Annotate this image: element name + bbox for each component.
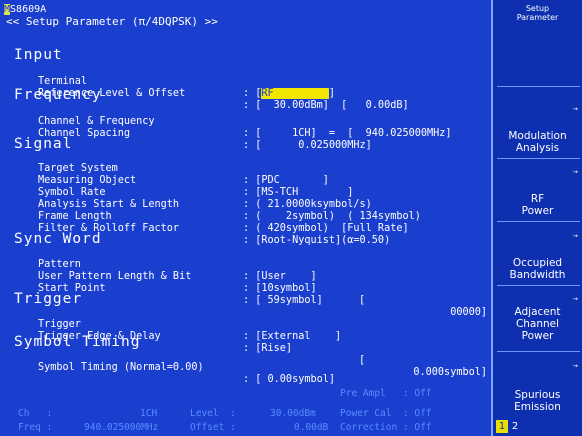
status-offset-value: 0.00dB: [294, 422, 329, 433]
softkey-label: Spurious: [514, 389, 561, 401]
page-1-indicator[interactable]: 1: [496, 420, 508, 433]
trigger-value[interactable]: : [External ]: [243, 331, 341, 343]
arrow-right-icon: →: [573, 167, 578, 176]
start-point-value[interactable]: : [ 59symbol]: [243, 295, 323, 307]
softkey-label: Adjacent: [514, 306, 561, 318]
softkey-label: RF: [530, 193, 545, 205]
softkey-divider: [497, 285, 580, 286]
frame-length-value[interactable]: : ( 420symbol) [Full Rate]: [243, 223, 409, 235]
softkey-adjacent-channel-power[interactable]: Adjacent Channel Power: [493, 306, 582, 342]
status-freq-value: 940.025000MHz: [84, 422, 159, 433]
terminal-sep: : [: [243, 88, 262, 99]
softkey-label: Power: [521, 330, 554, 342]
arrow-right-icon: →: [573, 294, 578, 303]
section-sync-word: Sync Word: [14, 231, 102, 247]
softkey-divider: [497, 158, 580, 159]
param-symbol-rate: Symbol Rate : ( 21.0000ksymbol/s): [0, 175, 491, 210]
model-name: MS8609A: [4, 4, 46, 15]
softkey-label: Emission: [514, 401, 561, 413]
softkey-label: Channel: [515, 318, 560, 330]
softkey-title-line2: Parameter: [516, 13, 559, 22]
symbol-timing-label: Symbol Timing (Normal=0.00): [38, 362, 204, 373]
page-2-indicator[interactable]: 2: [509, 420, 521, 433]
status-offset-label: Offset :: [190, 422, 236, 433]
softkey-title-line1: Setup: [525, 4, 550, 13]
param-trigger[interactable]: Trigger : [External ]: [0, 307, 491, 342]
softkey-label: Occupied: [512, 257, 563, 269]
status-pre-ampl: Pre Ampl : Off: [340, 388, 432, 399]
param-frame-length[interactable]: Frame Length : ( 420symbol) [Full Rate]: [0, 199, 491, 234]
terminal-value[interactable]: : [RF ]: [243, 88, 335, 100]
status-level-label: Level :: [190, 408, 236, 419]
status-power-cal: Power Cal : Off: [340, 408, 432, 419]
section-signal: Signal: [14, 136, 73, 152]
param-start-point[interactable]: Start Point : [ 59symbol]: [0, 271, 491, 306]
param-target-system[interactable]: Target System : [PDC ]: [0, 151, 491, 186]
status-correction: Correction : Off: [340, 422, 432, 433]
softkey-rf-power[interactable]: RF Power: [493, 193, 582, 217]
param-analysis-start: Analysis Start & Length : ( 2symbol) ( 1…: [0, 187, 491, 222]
param-symbol-timing[interactable]: Symbol Timing (Normal=0.00) : [ 0.00symb…: [0, 350, 491, 385]
section-trigger: Trigger: [14, 291, 83, 307]
user-pattern-length[interactable]: : [10symbol]: [243, 283, 317, 295]
param-channel-spacing[interactable]: Channel Spacing : [ 0.025000MHz]: [0, 116, 491, 151]
terminal-field[interactable]: RF: [261, 88, 329, 99]
arrow-right-icon: →: [573, 104, 578, 113]
status-freq-label: Freq :: [18, 422, 53, 433]
param-channel-frequency[interactable]: Channel & Frequency : [ 1CH] = [ 940.025…: [0, 104, 491, 139]
main-panel: MS8609A << Setup Parameter (π/4DQPSK) >>…: [0, 0, 491, 436]
status-ch-value: 1CH: [140, 408, 158, 419]
terminal-text: RF: [261, 88, 274, 99]
param-trigger-edge[interactable]: Trigger Edge & Delay : [Rise] [ 0.000sym…: [0, 319, 491, 378]
softkey-menu-title: Setup Parameter: [493, 4, 582, 22]
softkey-divider: [497, 86, 580, 87]
softkey-divider: [497, 351, 580, 352]
param-terminal[interactable]: Terminal : [RF ]: [0, 64, 491, 99]
softkey-label: Bandwidth: [509, 269, 566, 281]
softkey-occupied-bandwidth[interactable]: Occupied Bandwidth: [493, 257, 582, 281]
softkey-label: Modulation: [508, 130, 567, 142]
softkey-label: Power: [521, 205, 554, 217]
section-frequency: Frequency: [14, 87, 102, 103]
filter-value[interactable]: : [Root-Nyquist](α=0.50): [243, 235, 390, 247]
softkey-panel: Setup Parameter → Modulation Analysis → …: [491, 0, 582, 436]
status-area: Pre Ampl : Off Ch : 1CH Level : 30.00dBm…: [0, 383, 491, 436]
param-filter[interactable]: Filter & Rolloff Factor : [Root-Nyquist]…: [0, 211, 491, 246]
softkey-modulation-analysis[interactable]: Modulation Analysis: [493, 130, 582, 154]
softkey-divider: [497, 221, 580, 222]
terminal-close: ]: [328, 88, 336, 99]
param-user-pattern[interactable]: User Pattern Length & Bit : [10symbol] […: [0, 259, 491, 318]
param-pattern[interactable]: Pattern : [User ]: [0, 247, 491, 282]
softkey-spurious-emission[interactable]: Spurious Emission: [493, 389, 582, 413]
user-pattern-bracket: [: [359, 295, 366, 306]
status-ch-label: Ch :: [18, 408, 53, 419]
status-level-value: 30.00dBm: [270, 408, 316, 419]
param-measuring-object[interactable]: Measuring Object : [MS-TCH ]: [0, 163, 491, 198]
arrow-right-icon: →: [573, 231, 578, 240]
model-text: S8609A: [10, 4, 47, 15]
arrow-right-icon: →: [573, 361, 578, 370]
screen-title: << Setup Parameter (π/4DQPSK) >>: [6, 15, 218, 28]
channel-frequency-value[interactable]: : [ 1CH] = [ 940.025000MHz]: [243, 128, 452, 140]
section-input: Input: [14, 47, 63, 63]
softkey-label: Analysis: [515, 142, 560, 154]
section-symbol-timing: Symbol Timing: [14, 334, 141, 350]
trigger-delay-value[interactable]: 0.000symbol]: [380, 367, 487, 379]
